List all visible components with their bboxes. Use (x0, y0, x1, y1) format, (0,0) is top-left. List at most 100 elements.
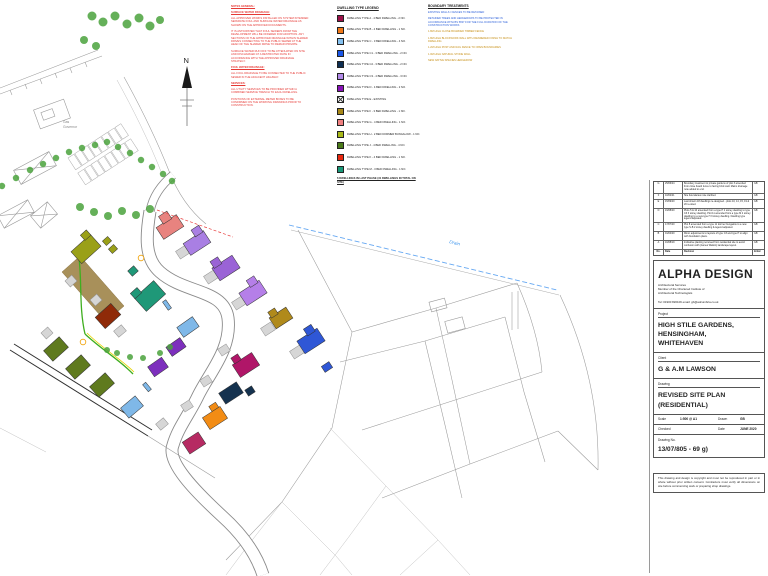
gas-governor: Gas Governor (34, 99, 78, 129)
legend-item-label: DWELLING TYPE F - 3 BED DWELLING - 1 NO. (347, 110, 406, 113)
drawn-value: GB (740, 417, 760, 421)
legend-item: DWELLING TYPE D - 4 BED DWELLING - 2 NO. (337, 85, 423, 92)
road-marker (80, 339, 86, 345)
table-row: G25/06/24Boundary treatment to private g… (654, 182, 764, 194)
field-parcels (226, 230, 598, 575)
company-name: ALPHA DESIGN (658, 267, 760, 281)
legend-item-label: DWELLING TYPE K - 4 BED DWELLING - 1 NO. (347, 156, 406, 159)
dwelling-color-swatch (337, 119, 344, 126)
client-label: Client (658, 356, 760, 362)
house-footprint (66, 355, 91, 379)
house-footprint (130, 276, 165, 311)
notes-heading: FOUL WATER DRAINAGE: (231, 66, 309, 69)
drawing-section: Drawing REVISED SITE PLAN (RESIDENTIAL) (654, 379, 764, 414)
boundary-item: 1.0m HIGH NATURAL STONE WALL (428, 53, 516, 56)
boundary-legend-title: BOUNDARY TREATMENTS (428, 4, 516, 8)
table-row: E15/09/20Last shown 18 dwellings re-desi… (654, 200, 764, 209)
dwelling-color-swatch (337, 50, 344, 57)
copyright-disclaimer: This drawing and design is copyright and… (653, 473, 765, 493)
boundary-item: 1.2m HIGH POST AND RAIL FENCE TO OPEN BO… (428, 46, 516, 49)
legend-item: DWELLING TYPE K - 4 BED DWELLING - 1 NO. (337, 154, 423, 161)
notes-heading: SERVICES: (231, 82, 309, 85)
house-footprint (229, 347, 260, 378)
dwelling-color-swatch (337, 61, 344, 68)
legend-item: DWELLING TYPE A - 4 BED DWELLING - 2 NO. (337, 15, 423, 22)
title-block-panel: G25/06/24Boundary treatment to private g… (653, 181, 765, 493)
notes-paragraph: SURFACE WATER RUN OFF TO BE ATTENUATED O… (231, 50, 309, 64)
north-arrow: N (180, 56, 194, 126)
legend-footer: 6 DWELLINGS IN LAST PHASE (31 DWELLINGS … (337, 177, 423, 183)
house-footprint (102, 236, 111, 245)
table-row: A16/08/19Indicative planting removed fro… (654, 241, 764, 250)
dwelling-color-swatch (337, 142, 344, 149)
legend-item-label: DWELLING TYPE B - 4 BED DWELLING - 1 NO. (347, 28, 406, 31)
svg-text:Governor: Governor (63, 125, 78, 129)
boundary-treatments-legend: BOUNDARY TREATMENTS EXISTING WALLS / FEN… (428, 4, 516, 66)
checked-label: Checked (658, 427, 680, 431)
legend-item: DWELLING TYPE C - 3 BED DWELLING - 4 NO. (337, 38, 423, 45)
house-footprint (199, 401, 228, 429)
north-label: N (184, 56, 189, 65)
dwelling-color-swatch (337, 166, 344, 173)
legend-item: DWELLING TYPE H - 2 BED DORMER BUNGALOW … (337, 131, 423, 138)
legend-item: DWELLING TYPE E - EXISTING (337, 96, 423, 103)
project-label: Project (658, 312, 760, 318)
revision-table: G25/06/24Boundary treatment to private g… (653, 181, 765, 256)
house-footprint (152, 208, 184, 240)
legend-title: DWELLING TYPE LEGEND (337, 7, 423, 11)
notes-paragraph: IT IS ANTICIPATED THAT FOUL SEWERS FROM … (231, 30, 309, 47)
notes-paragraph: ALL UTILITY SERVICES TO BE PROVIDED WITH… (231, 88, 309, 95)
checked-row: Checked Date JUNE 2020 (654, 425, 764, 435)
project-section: Project HIGH STILE GARDENS, HENSINGHAM, … (654, 309, 764, 354)
scale-value: 1:500 @ A1 (680, 417, 714, 421)
scale-row: Scale 1:500 @ A1 Drawn GB (654, 415, 764, 425)
general-notes: NOTES GENERAL: SURFACE WATER DRAINAGE: A… (231, 5, 309, 111)
boundary-item: 1.8m HIGH CLOSE BOARDED TIMBER FENCE (428, 30, 516, 33)
legend-item: DWELLING TYPE G - 4 BED DWELLING - 1 NO. (337, 119, 423, 126)
dwelling-color-swatch (337, 38, 344, 45)
dwelling-color-swatch (337, 27, 344, 34)
legend-item: DWELLING TYPE F - 3 BED DWELLING - 1 NO. (337, 108, 423, 115)
legend-item-label: DWELLING TYPE C1 - 3 BED DWELLING - 2 NO… (347, 52, 407, 55)
drawing-value: REVISED SITE PLAN (RESIDENTIAL) (658, 391, 760, 409)
project-value: HIGH STILE GARDENS, HENSINGHAM, WHITEHAV… (658, 321, 760, 349)
drawing-number-value: 13/07/805 - 69 g) (658, 446, 760, 453)
boundary-item: RETAINED TREES AND HEDGEROWS TO BE PROTE… (428, 17, 516, 27)
notes-paragraph: ALL APPROVED WORKS INSTALLED ON SYSTEM I… (231, 17, 309, 27)
notes-heading: NOTES GENERAL: (231, 5, 309, 8)
house-footprint (67, 230, 101, 264)
legend-item: DWELLING TYPE C3 - 4 BED DWELLING - 3 NO… (337, 73, 423, 80)
house-footprint (245, 386, 256, 396)
dwelling-color-swatch (337, 108, 344, 115)
dwelling-color-swatch (337, 73, 344, 80)
legend-item: DWELLING TYPE B - 4 BED DWELLING - 1 NO. (337, 27, 423, 34)
legend-item-label: DWELLING TYPE D - 4 BED DWELLING - 2 NO. (347, 86, 406, 89)
scale-label: Scale (658, 417, 680, 421)
house-footprint (108, 244, 117, 253)
table-header-row: No.DateRevisionInitial (654, 250, 764, 255)
house-footprint (177, 317, 199, 338)
table-row: B01/04/20Minor adjustments to layouts of… (654, 232, 764, 241)
company-contact: Tel: 01900 820109 email: gb@adcumbria.co… (658, 300, 760, 304)
gas-governor-label: Gas (63, 120, 70, 124)
legend-item: DWELLING TYPE C1 - 3 BED DWELLING - 2 NO… (337, 50, 423, 57)
house-footprint (121, 396, 144, 418)
drawing-sheet: Gas Governor (0, 0, 768, 576)
legend-item-label: DWELLING TYPE C - 3 BED DWELLING - 4 NO. (347, 40, 406, 43)
date-label: Date (718, 427, 740, 431)
house-footprint (182, 432, 206, 454)
drawing-number-label: Drawing No. (658, 438, 760, 443)
legend-item-label: DWELLING TYPE E - EXISTING (347, 98, 386, 101)
house-footprint (128, 266, 139, 277)
legend-item-label: DWELLING TYPE J - 4 BED DWELLING - 4 NO. (347, 144, 405, 147)
legend-item-label: DWELLING TYPE G - 4 BED DWELLING - 1 NO. (347, 121, 406, 124)
notes-paragraph: ALL FOUL DRAINAGE TO BE CONNECTED TO THE… (231, 72, 309, 79)
legend-item: DWELLING TYPE J - 4 BED DWELLING - 4 NO. (337, 142, 423, 149)
road-marker (138, 255, 144, 261)
site-boundary-line (0, 50, 102, 95)
dwelling-type-legend: DWELLING TYPE LEGEND DWELLING TYPE A - 4… (337, 7, 423, 184)
drawing-label: Drawing (658, 382, 760, 388)
table-row: C17/07/20Plot 8 amended from a type 11 d… (654, 223, 764, 232)
client-section: Client G & A.M LAWSON (654, 353, 764, 379)
boundary-item: EXISTING WALLS / FENCES TO BE RETAINED (428, 11, 516, 14)
